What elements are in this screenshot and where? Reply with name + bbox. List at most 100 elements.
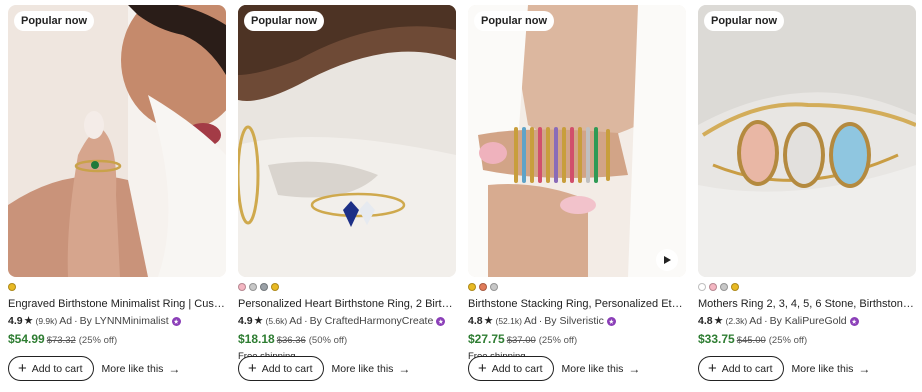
- swatch-silver[interactable]: [720, 283, 728, 291]
- product-image[interactable]: Popular now: [468, 5, 686, 277]
- add-to-cart-label: Add to cart: [31, 362, 83, 375]
- swatch-rose-gold[interactable]: [479, 283, 487, 291]
- shop-name[interactable]: Silveristic: [559, 315, 603, 328]
- star-icon: ★: [23, 315, 34, 327]
- price-row: $54.99 $73.32 (25% off): [8, 332, 226, 348]
- swatch-gold[interactable]: [468, 283, 476, 291]
- product-title[interactable]: Mothers Ring 2, 3, 4, 5, 6 Stone, Births…: [698, 298, 916, 311]
- product-photo: [468, 5, 686, 277]
- separator: ·: [74, 315, 78, 327]
- arrow-right-icon: →: [858, 361, 871, 376]
- product-card[interactable]: Popular now Mothers Ring 2, 3, 4, 5, 6 S…: [698, 5, 916, 362]
- original-price: $37.00: [506, 335, 536, 346]
- by-label: By: [309, 315, 322, 327]
- more-like-this-label: More like this: [331, 362, 394, 375]
- product-title[interactable]: Engraved Birthstone Minimalist Ring | Cu…: [8, 298, 226, 311]
- price-row: $27.75 $37.00 (25% off): [468, 332, 686, 348]
- product-title[interactable]: Birthstone Stacking Ring, Personalized E…: [468, 298, 686, 311]
- separator: ·: [304, 315, 308, 327]
- more-like-this-label: More like this: [791, 362, 854, 375]
- add-to-cart-button[interactable]: + Add to cart: [698, 356, 784, 381]
- more-like-this-label: More like this: [561, 362, 624, 375]
- plus-icon: +: [708, 359, 717, 377]
- discount-label: (25% off): [78, 335, 118, 346]
- more-like-this-link[interactable]: More like this →: [562, 362, 641, 376]
- sale-price: $33.75: [698, 332, 735, 346]
- play-button[interactable]: [656, 249, 678, 271]
- play-icon: [664, 256, 671, 264]
- arrow-right-icon: →: [628, 361, 641, 376]
- original-price: $36.36: [276, 335, 306, 346]
- shop-name[interactable]: KaliPureGold: [785, 315, 847, 328]
- swatch-gold[interactable]: [271, 283, 279, 291]
- star-seller-icon: [171, 317, 181, 326]
- separator: ·: [538, 315, 543, 327]
- by-label: By: [769, 315, 782, 327]
- arrow-right-icon: →: [168, 361, 181, 376]
- review-count: (52.1k): [495, 316, 522, 326]
- plus-icon: +: [478, 359, 487, 377]
- discount-label: (25% off): [538, 335, 578, 346]
- swatch-white[interactable]: [698, 283, 706, 291]
- add-to-cart-button[interactable]: + Add to cart: [238, 356, 324, 381]
- swatch-rose[interactable]: [709, 283, 717, 291]
- product-photo: [238, 5, 456, 277]
- swatch-rose[interactable]: [238, 283, 246, 291]
- product-meta: 4.9 ★ (5.6k) Ad · By CraftedHarmonyCreat…: [238, 315, 456, 328]
- shop-name[interactable]: LYNNMinimalist: [95, 315, 169, 328]
- card-actions: + Add to cart More like this →: [8, 356, 180, 381]
- star-icon: ★: [253, 315, 264, 327]
- more-like-this-link[interactable]: More like this →: [792, 362, 871, 376]
- more-like-this-label: More like this: [101, 362, 164, 375]
- star-seller-icon: [436, 317, 446, 326]
- swatch-gold[interactable]: [731, 283, 739, 291]
- shop-name[interactable]: CraftedHarmonyCreate: [325, 315, 434, 328]
- ad-label: Ad: [523, 315, 537, 327]
- star-icon: ★: [483, 315, 494, 327]
- color-swatches: [698, 283, 916, 291]
- product-title[interactable]: Personalized Heart Birthstone Ring, 2 Bi…: [238, 298, 456, 311]
- swatch-white-gold[interactable]: [260, 283, 268, 291]
- ad-label: Ad: [289, 315, 303, 327]
- add-to-cart-button[interactable]: + Add to cart: [468, 356, 554, 381]
- sale-price: $18.18: [238, 332, 275, 346]
- add-to-cart-label: Add to cart: [491, 362, 543, 375]
- ad-label: Ad: [59, 315, 73, 327]
- product-card[interactable]: Popular now Engraved Birthstone Minimali…: [8, 5, 226, 362]
- by-label: By: [79, 315, 92, 327]
- more-like-this-link[interactable]: More like this →: [332, 362, 411, 376]
- swatch-gold[interactable]: [8, 283, 16, 291]
- product-card[interactable]: Popular now Birthstone Stacking Ring, Pe…: [468, 5, 686, 362]
- original-price: $73.32: [46, 335, 76, 346]
- price-row: $18.18 $36.36 (50% off): [238, 332, 456, 348]
- separator: ·: [764, 315, 768, 327]
- product-image[interactable]: Popular now: [238, 5, 456, 277]
- popular-badge: Popular now: [704, 11, 784, 31]
- add-to-cart-button[interactable]: + Add to cart: [8, 356, 94, 381]
- star-icon: ★: [713, 315, 724, 327]
- rating-value: 4.9: [8, 315, 23, 327]
- plus-icon: +: [18, 359, 27, 377]
- swatch-silver[interactable]: [490, 283, 498, 291]
- add-to-cart-label: Add to cart: [721, 362, 773, 375]
- color-swatches: [8, 283, 226, 291]
- product-photo: [8, 5, 226, 277]
- product-image[interactable]: Popular now: [8, 5, 226, 277]
- arrow-right-icon: →: [398, 361, 411, 376]
- original-price: $45.00: [736, 335, 766, 346]
- rating-value: 4.8: [698, 315, 713, 327]
- more-like-this-link[interactable]: More like this →: [102, 362, 181, 376]
- review-count: (9.9k): [35, 316, 58, 326]
- price-row: $33.75 $45.00 (25% off): [698, 332, 916, 348]
- star-seller-icon: [606, 317, 616, 326]
- plus-icon: +: [248, 359, 257, 377]
- product-card[interactable]: Popular now Personalized Heart Birthston…: [238, 5, 456, 362]
- product-image[interactable]: Popular now: [698, 5, 916, 277]
- by-label: By: [544, 315, 557, 327]
- product-meta: 4.9 ★ (9.9k) Ad · By LYNNMinimalist: [8, 315, 226, 328]
- swatch-silver[interactable]: [249, 283, 257, 291]
- discount-label: (25% off): [768, 335, 808, 346]
- product-meta: 4.8 ★ (52.1k) Ad · By Silveristic: [468, 315, 686, 328]
- popular-badge: Popular now: [14, 11, 94, 31]
- review-count: (5.6k): [265, 316, 288, 326]
